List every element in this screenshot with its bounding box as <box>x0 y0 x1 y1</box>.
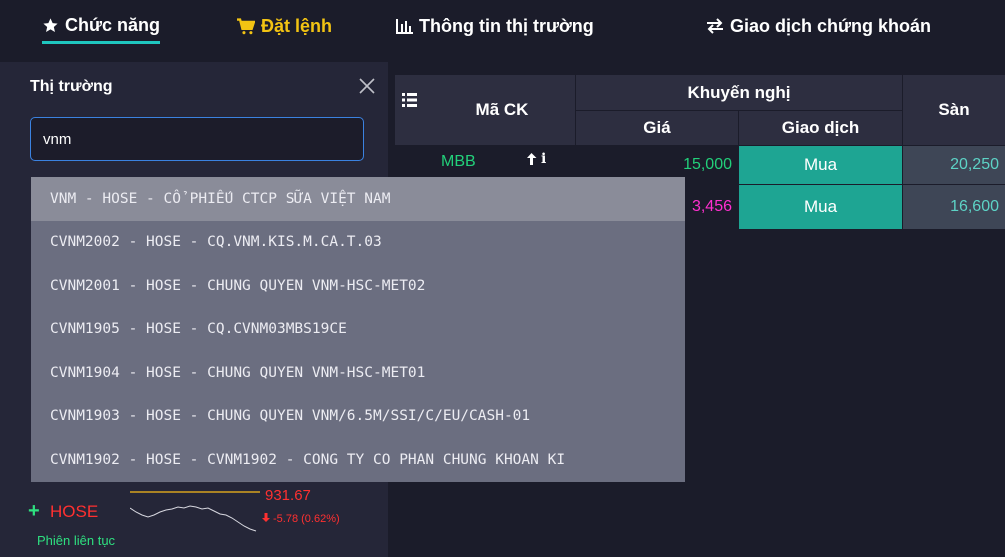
sort-up-arrow-icon[interactable] <box>526 153 537 165</box>
tab-functions[interactable]: Chức năng <box>42 14 161 44</box>
tab-place-order-label: Đặt lệnh <box>261 15 333 36</box>
col-symbol-label: Mã CK <box>475 100 529 119</box>
suggestion-item[interactable]: CVNM2002 - HOSE - CQ.VNM.KIS.M.CA.T.03 <box>31 221 685 265</box>
table-row-floor: 16,600 <box>903 185 1005 229</box>
col-recommend-label: Khuyến nghị <box>687 82 791 102</box>
col-header-recommend: Khuyến nghị <box>576 75 902 110</box>
bar-chart-icon <box>396 18 413 34</box>
market-index-change: -5.78 (0.62%) <box>262 513 340 525</box>
table-row-action[interactable]: Mua <box>739 185 902 229</box>
suggestion-item[interactable]: CVNM1903 - HOSE - CHUNG QUYEN VNM/6.5M/S… <box>31 395 685 439</box>
tab-market-info[interactable]: Thông tin thị trường <box>396 14 594 38</box>
suggestion-item[interactable]: CVNM1904 - HOSE - CHUNG QUYEN VNM-HSC-ME… <box>31 351 685 395</box>
col-header-price[interactable]: Giá <box>576 111 738 145</box>
table-row-symbol[interactable]: MBB <box>441 147 476 177</box>
list-menu-icon[interactable] <box>402 92 417 112</box>
market-sparkline <box>130 491 260 532</box>
info-icon[interactable]: i <box>541 151 546 167</box>
close-icon[interactable] <box>357 76 377 96</box>
tab-place-order[interactable]: Đặt lệnh <box>236 14 332 38</box>
suggestion-item[interactable]: CVNM1905 - HOSE - CQ.CVNM03MBS19CE <box>31 308 685 352</box>
tab-market-info-label: Thông tin thị trường <box>419 15 594 36</box>
search-suggestions-dropdown: VNM - HOSE - CỔ PHIẾU CTCP SỮA VIỆT NAM … <box>31 177 685 482</box>
suggestion-item[interactable]: CVNM2001 - HOSE - CHUNG QUYEN VNM-HSC-ME… <box>31 264 685 308</box>
col-header-symbol[interactable]: Mã CK <box>395 75 575 145</box>
top-tab-bar: Chức năng Đặt lệnh Thông tin thị trường … <box>0 0 1005 52</box>
expand-market-button[interactable]: + <box>28 500 40 523</box>
table-row-floor: 20,250 <box>903 146 1005 184</box>
col-trade-label: Giao dịch <box>781 118 860 137</box>
panel-title: Thị trường <box>30 78 113 95</box>
market-session-status: Phiên liên tục <box>37 533 116 548</box>
cart-icon <box>236 17 255 35</box>
market-index-name[interactable]: HOSE <box>50 502 98 522</box>
suggestion-item[interactable]: CVNM1902 - HOSE - CVNM1902 - CONG TY CO … <box>31 438 685 482</box>
market-index-value: 931.67 <box>265 487 311 504</box>
tab-securities-trading-label: Giao dịch chứng khoán <box>730 15 932 36</box>
col-price-label: Giá <box>643 118 671 137</box>
col-floor-label: Sàn <box>938 100 970 119</box>
swap-arrows-icon <box>706 18 724 34</box>
col-header-trade[interactable]: Giao dịch <box>739 111 902 145</box>
tab-functions-label: Chức năng <box>65 15 161 35</box>
search-input[interactable] <box>30 117 364 161</box>
table-row-action[interactable]: Mua <box>739 146 902 184</box>
down-arrow-icon <box>262 513 270 525</box>
suggestion-item[interactable]: VNM - HOSE - CỔ PHIẾU CTCP SỮA VIỆT NAM <box>31 177 685 221</box>
market-change-text: -5.78 (0.62%) <box>273 513 340 525</box>
star-icon <box>42 17 59 34</box>
col-header-floor[interactable]: Sàn <box>903 75 1005 145</box>
tab-securities-trading[interactable]: Giao dịch chứng khoán <box>706 14 931 38</box>
